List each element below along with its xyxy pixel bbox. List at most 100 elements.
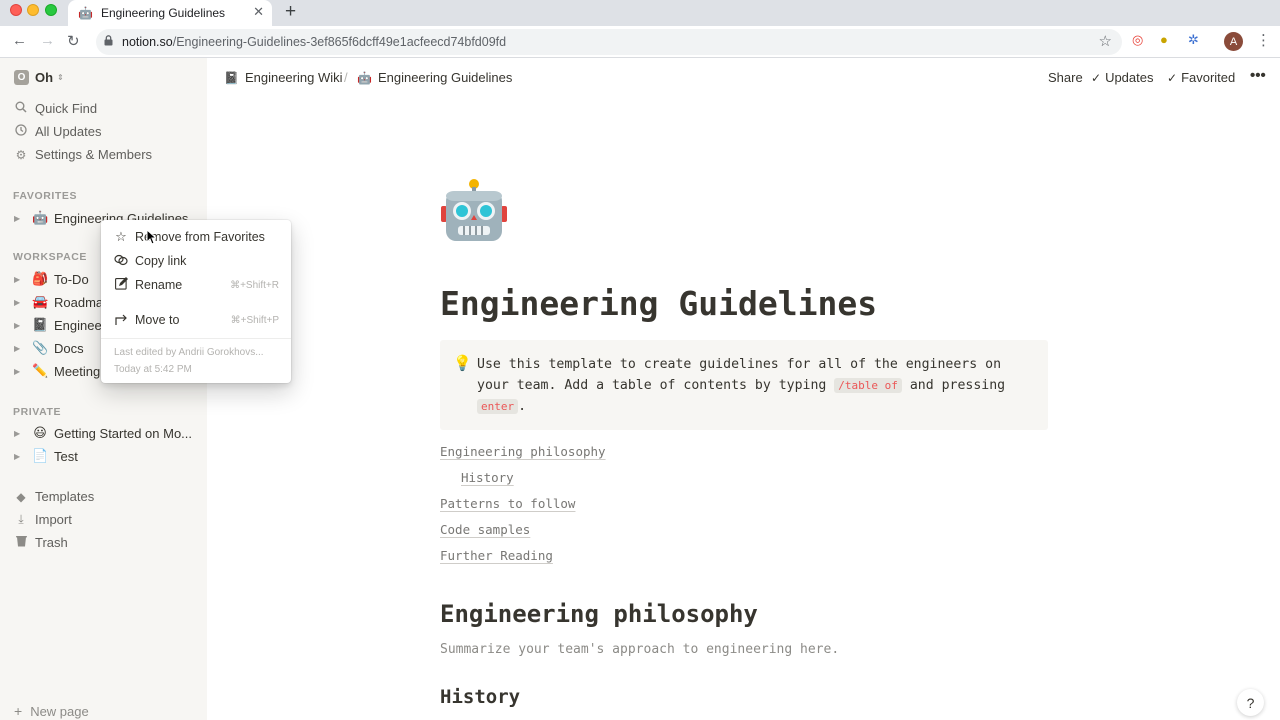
callout-text: Use this template to create guidelines f… (477, 354, 1037, 417)
import-link[interactable]: ⤓ Import (14, 512, 72, 527)
more-options-icon[interactable]: ••• (1250, 67, 1266, 84)
plus-icon: + (14, 703, 23, 719)
clock-icon (14, 124, 28, 139)
quick-find-link[interactable]: Quick Find (14, 101, 97, 116)
page-robot-icon[interactable] (441, 176, 507, 246)
toc-link-patterns[interactable]: Patterns to follow (440, 496, 575, 511)
minimize-window-button[interactable] (27, 4, 39, 16)
toc-link-code-samples[interactable]: Code samples (440, 522, 530, 537)
page-emoji: ✏️ (32, 363, 49, 378)
close-window-button[interactable] (10, 4, 22, 16)
reload-icon[interactable]: ↻ (67, 32, 80, 50)
paragraph-philosophy[interactable]: Summarize your team's approach to engine… (440, 642, 839, 657)
expand-triangle-icon[interactable]: ▶ (14, 321, 24, 330)
last-edited-by: Last edited by Andrii Gorokhovs... (114, 347, 264, 358)
toc-link-history[interactable]: History (461, 470, 514, 485)
updates-label: Updates (1105, 70, 1154, 85)
extension-icon-1[interactable]: ◎ (1132, 32, 1143, 48)
remove-from-favorites-item[interactable]: ☆ Remove from Favorites (101, 225, 291, 249)
templates-label: Templates (35, 489, 95, 504)
rename-shortcut: ⌘+Shift+R (230, 279, 279, 291)
move-arrow-icon (113, 313, 129, 328)
page-emoji: 🎒 (32, 271, 49, 286)
expand-triangle-icon[interactable]: ▶ (14, 344, 24, 353)
sidebar-item-label: Docs (54, 340, 84, 356)
maximize-window-button[interactable] (45, 4, 57, 16)
workspace-name: Oh (35, 70, 54, 85)
star-icon: ☆ (115, 229, 127, 244)
profile-avatar[interactable]: A (1224, 32, 1243, 51)
breadcrumb-label: Engineering Guidelines (377, 70, 513, 85)
url-path: /Engineering-Guidelines-3ef865f6dcff49e1… (172, 35, 507, 49)
templates-icon: ◆ (16, 489, 26, 504)
page-emoji: 📓 (32, 317, 49, 332)
expand-triangle-icon[interactable]: ▶ (14, 429, 24, 438)
check-icon: ✓ (1091, 70, 1102, 85)
trash-link[interactable]: Trash (14, 535, 68, 550)
updates-button[interactable]: ✓ Updates (1091, 70, 1153, 85)
sidebar-item-todo[interactable]: ▶ 🎒 To-Do (14, 271, 89, 287)
sidebar-item-docs[interactable]: ▶ 📎 Docs (14, 340, 84, 356)
all-updates-link[interactable]: All Updates (14, 124, 101, 139)
favorited-button[interactable]: ✓ Favorited (1167, 70, 1235, 85)
back-icon[interactable]: ← (12, 32, 27, 49)
extension-icon-3[interactable]: ✲ (1188, 32, 1199, 48)
lock-icon (104, 35, 114, 49)
close-tab-icon[interactable]: ✕ (253, 4, 264, 20)
settings-members-link[interactable]: ⚙ Settings & Members (14, 147, 152, 162)
expand-triangle-icon[interactable]: ▶ (14, 214, 24, 223)
quick-find-label: Quick Find (35, 101, 98, 116)
breadcrumb-emoji: 🤖 (357, 70, 372, 85)
heading-history[interactable]: History (440, 686, 520, 708)
menu-item-label: Copy link (135, 254, 187, 268)
callout-block[interactable]: 💡 Use this template to create guidelines… (440, 340, 1048, 430)
menu-item-label: Move to (135, 313, 180, 327)
expand-triangle-icon[interactable]: ▶ (14, 275, 24, 284)
inline-code-enter: enter (477, 399, 519, 414)
tab-title: Engineering Guidelines (100, 6, 226, 20)
expand-triangle-icon[interactable]: ▶ (14, 367, 24, 376)
expand-triangle-icon[interactable]: ▶ (14, 452, 24, 461)
forward-icon[interactable]: → (40, 32, 55, 49)
lightbulb-icon: 💡 (453, 355, 472, 372)
menu-item-label: Rename (135, 278, 183, 292)
copy-link-item[interactable]: Copy link (101, 249, 291, 273)
heading-engineering-philosophy[interactable]: Engineering philosophy (440, 600, 758, 628)
browser-menu-icon[interactable]: ⋮ (1256, 31, 1271, 49)
breadcrumb-separator: / (344, 70, 348, 85)
settings-members-label: Settings & Members (35, 147, 153, 162)
share-button[interactable]: Share (1048, 70, 1083, 85)
trash-label: Trash (35, 535, 68, 550)
edit-icon (113, 277, 129, 293)
new-page-button[interactable]: + New page (14, 703, 89, 719)
toc-link-engineering-philosophy[interactable]: Engineering philosophy (440, 444, 606, 459)
chevron-updown-icon: ⇕ (57, 73, 64, 82)
breadcrumb-engineering-guidelines[interactable]: 🤖 Engineering Guidelines (357, 70, 512, 85)
menu-divider (101, 338, 291, 339)
breadcrumb-label: Engineering Wiki (244, 70, 343, 85)
sidebar-item-getting-started[interactable]: ▶ 😃 Getting Started on Mo... (14, 425, 192, 441)
move-to-shortcut: ⌘+Shift+P (230, 314, 279, 326)
new-tab-button[interactable]: + (285, 1, 296, 23)
address-bar[interactable]: notion.so/Engineering-Guidelines-3ef865f… (96, 29, 1122, 55)
sidebar-item-roadmap[interactable]: ▶ 🚘 Roadmap (14, 294, 110, 310)
breadcrumb-emoji: 📓 (224, 70, 239, 85)
help-button[interactable]: ? (1237, 689, 1264, 716)
bookmark-star-icon[interactable]: ☆ (1099, 32, 1112, 50)
rename-item[interactable]: Rename ⌘+Shift+R (101, 273, 291, 297)
browser-tab[interactable]: 🤖 Engineering Guidelines ✕ (68, 0, 272, 26)
extension-icon-2[interactable]: ● (1160, 32, 1168, 47)
all-updates-label: All Updates (35, 124, 102, 139)
sidebar-item-test[interactable]: ▶ 📄 Test (14, 448, 78, 464)
workspace-switcher[interactable]: O Oh ⇕ (14, 70, 64, 85)
url-host: notion.so (122, 35, 173, 49)
callout-text-part: . (518, 399, 527, 414)
templates-link[interactable]: ◆ Templates (14, 489, 94, 504)
expand-triangle-icon[interactable]: ▶ (14, 298, 24, 307)
toc-link-further-reading[interactable]: Further Reading (440, 548, 553, 563)
breadcrumb-engineering-wiki[interactable]: 📓 Engineering Wiki (224, 70, 343, 85)
new-page-label: New page (30, 703, 89, 719)
move-to-item[interactable]: Move to ⌘+Shift+P (101, 308, 291, 332)
page-emoji: 🚘 (32, 294, 49, 309)
page-title[interactable]: Engineering Guidelines (440, 284, 877, 323)
